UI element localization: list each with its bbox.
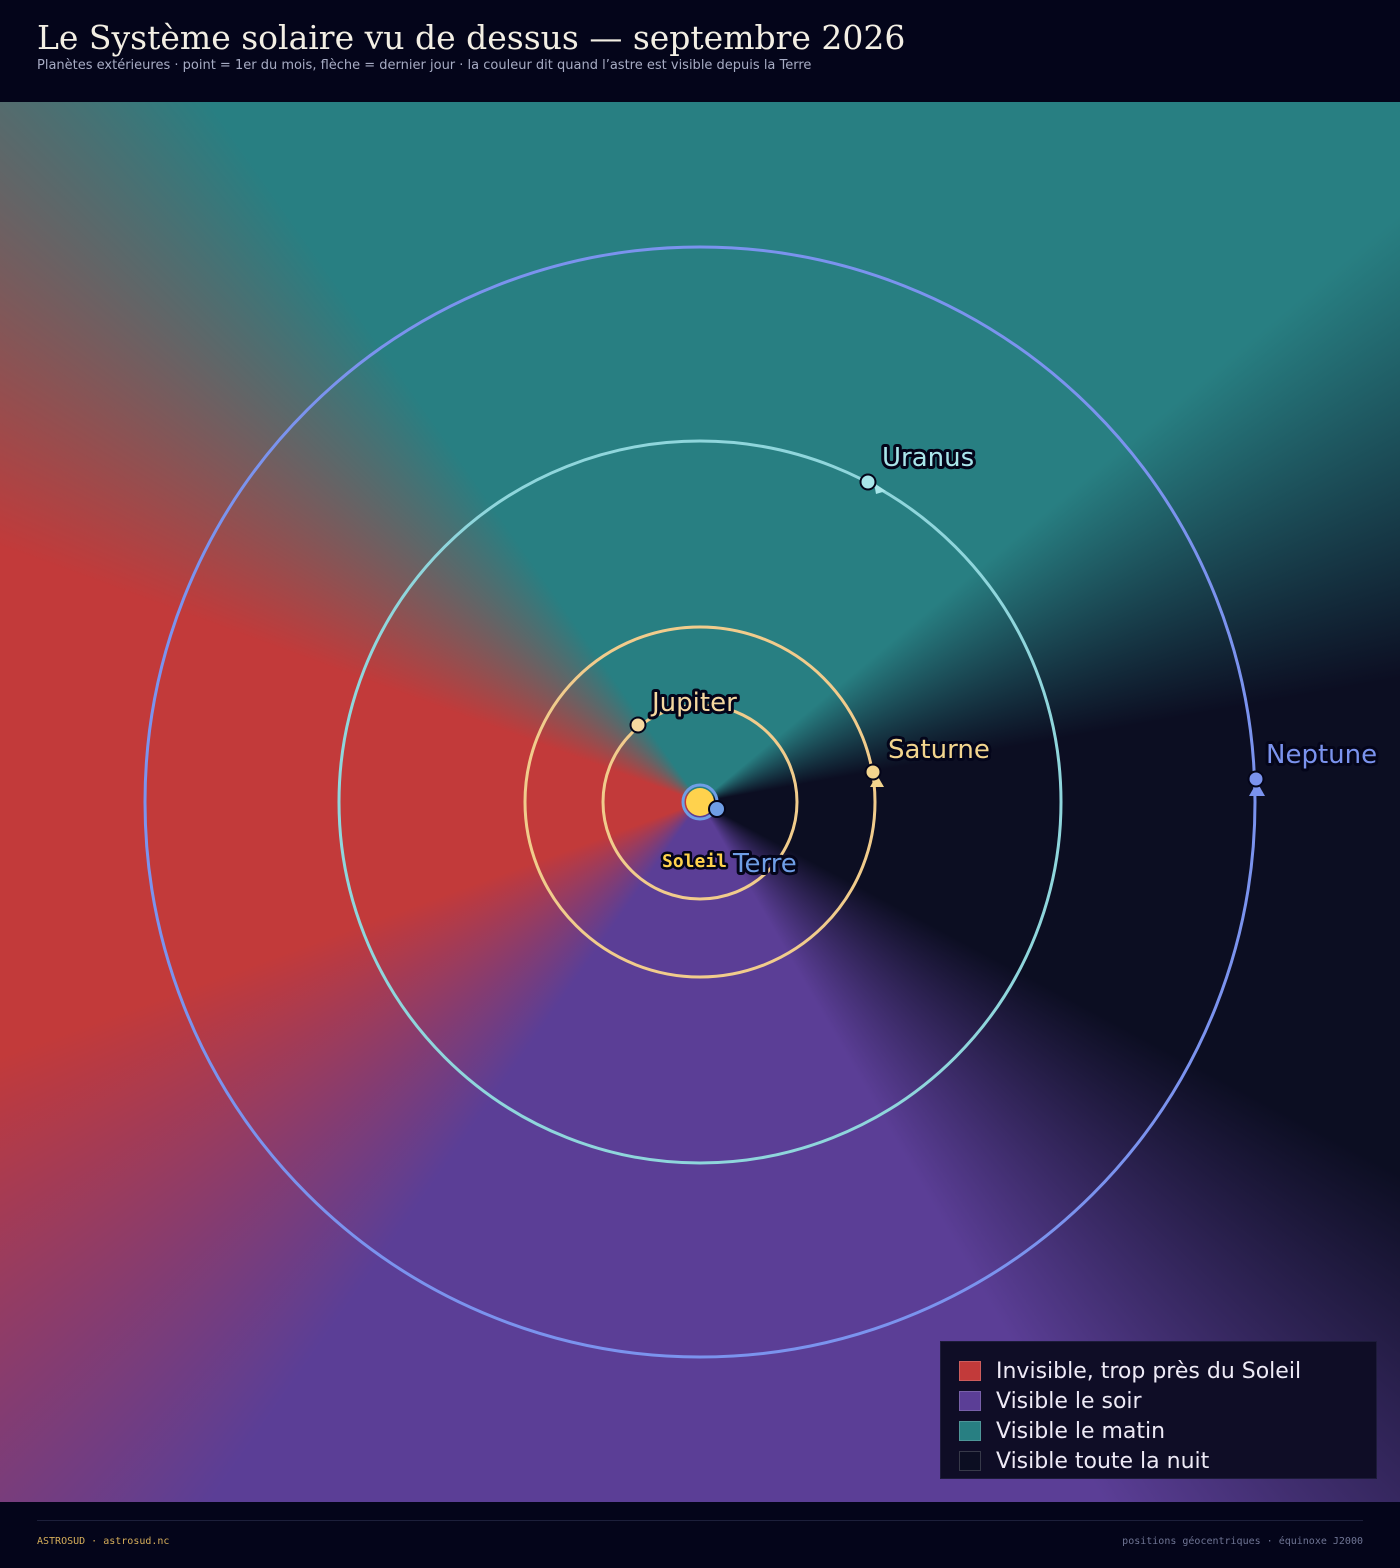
legend-item: Visible toute la nuit [959,1446,1376,1476]
legend-label: Visible le soir [996,1388,1142,1414]
footer-credit: ASTROSUD · astrosud.nc [37,1536,170,1547]
footer-divider [37,1520,1363,1521]
page-title: Le Système solaire vu de dessus — septem… [37,18,906,57]
header: Le Système solaire vu de dessus — septem… [0,0,1400,102]
legend-label: Invisible, trop près du Soleil [996,1358,1302,1384]
jupiter-label: Jupiter [650,688,737,718]
solar-system-diagram: Soleil Terre Jupiter Saturne Uranus Nept… [0,102,1400,1502]
legend-label: Visible le matin [996,1418,1166,1444]
earth-label: Terre [732,849,797,879]
legend: Invisible, trop près du Soleil Visible l… [940,1341,1377,1479]
orbit-map: Soleil Terre Jupiter Saturne Uranus Nept… [143,245,1380,1359]
legend-swatch-invisible [959,1361,981,1381]
legend-item: Invisible, trop près du Soleil [959,1356,1376,1386]
uranus-marker [859,473,877,491]
neptune-label: Neptune [1266,740,1377,770]
uranus-label: Uranus [882,443,974,473]
legend-swatch-matin [959,1421,981,1441]
legend-swatch-soir [959,1391,981,1411]
footer: ASTROSUD · astrosud.nc positions géocent… [0,1502,1400,1568]
legend-label: Visible toute la nuit [996,1448,1210,1474]
saturne-label: Saturne [888,735,990,765]
footer-note: positions géocentriques · équinoxe J2000 [1122,1536,1363,1547]
neptune-marker [1247,770,1265,788]
legend-item: Visible le matin [959,1416,1376,1446]
sun-label: Soleil [662,851,727,872]
legend-swatch-nuit [959,1451,981,1471]
jupiter-marker [629,716,647,734]
page-subtitle: Planètes extérieures · point = 1er du mo… [37,58,812,73]
legend-item: Visible le soir [959,1386,1376,1416]
saturne-marker [864,763,882,781]
earth-marker [708,800,726,818]
